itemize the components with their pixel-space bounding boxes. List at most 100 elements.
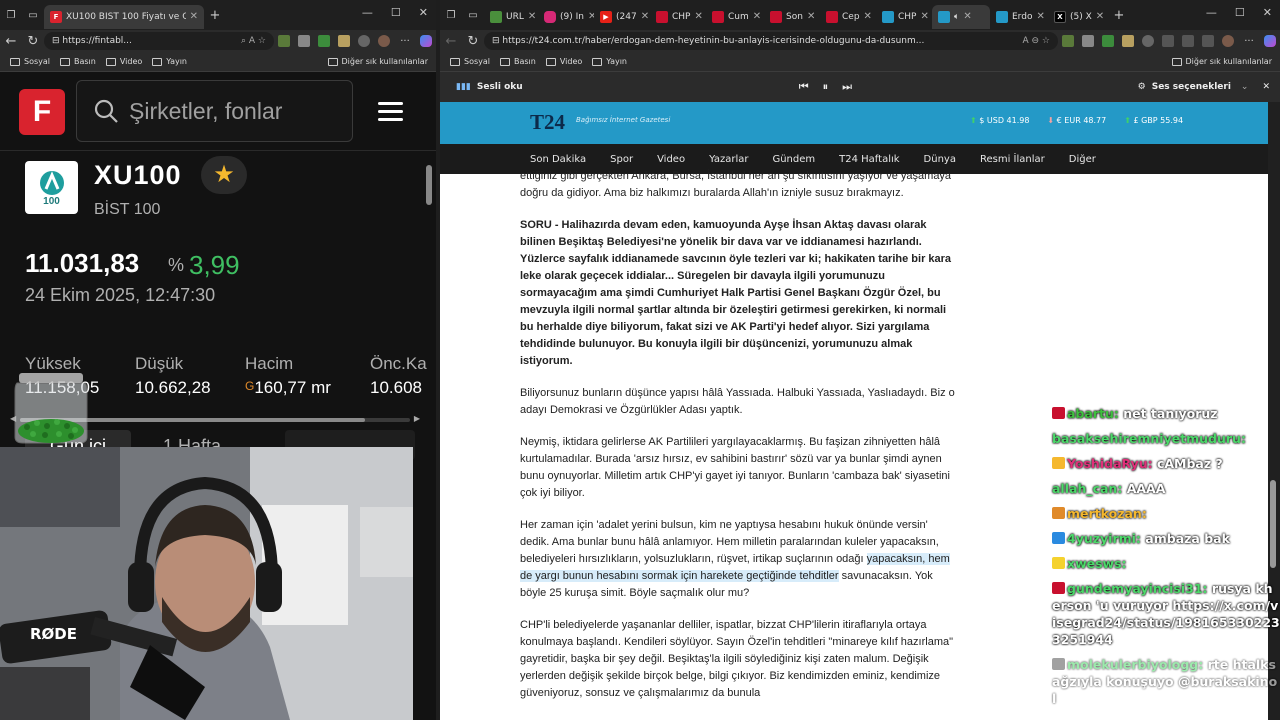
minimize-icon[interactable]: —: [362, 6, 373, 19]
bookmark-folder[interactable]: Video: [105, 57, 143, 66]
close-tab-icon[interactable]: ✕: [963, 11, 971, 22]
refresh-icon[interactable]: ↻: [462, 34, 484, 49]
vertical-scrollbar[interactable]: [426, 150, 432, 720]
extension-icon[interactable]: [1122, 35, 1134, 47]
minimize-icon[interactable]: —: [1206, 6, 1217, 19]
extensions-puzzle-icon[interactable]: [358, 35, 370, 47]
profile-avatar[interactable]: [1222, 35, 1234, 47]
other-bookmarks[interactable]: Diğer sık kullanılanlar: [327, 57, 428, 66]
menu-hamburger-icon[interactable]: [378, 102, 403, 126]
extensions-puzzle-icon[interactable]: [1142, 35, 1154, 47]
maximize-icon[interactable]: ☐: [391, 6, 401, 19]
extension-icon[interactable]: [1082, 35, 1094, 47]
copilot-icon[interactable]: [420, 35, 432, 47]
browser-tab[interactable]: Cum ✕: [706, 5, 764, 29]
bookmark-folder[interactable]: Video: [545, 57, 582, 66]
tab-favicon-icon: ▶: [600, 10, 612, 23]
browser-tab[interactable]: X (5) X ✕: [1048, 5, 1108, 29]
new-tab-icon[interactable]: +: [1108, 8, 1130, 23]
scroll-right-icon[interactable]: ▶: [414, 414, 420, 423]
bookmark-folder[interactable]: Basın: [60, 57, 96, 66]
url-text: https://t24.com.tr/haber/erdogan-dem-hey…: [502, 36, 925, 46]
chat-username: allah_can:: [1052, 481, 1123, 496]
favorite-star-icon[interactable]: ★: [201, 156, 247, 194]
other-bookmarks[interactable]: Diğer sık kullanılanlar: [1171, 57, 1272, 66]
close-tab-icon[interactable]: ✕: [528, 11, 536, 22]
scrollbar-thumb[interactable]: [426, 165, 432, 205]
close-tab-icon[interactable]: ✕: [190, 11, 198, 22]
workspaces-icon[interactable]: ❐: [440, 10, 462, 21]
close-window-icon[interactable]: ✕: [419, 6, 428, 19]
close-tab-icon[interactable]: ✕: [753, 11, 761, 22]
nav-dunya[interactable]: Dünya: [924, 154, 956, 165]
address-bar[interactable]: ⊟ https://fintabl... ⌕ A ☆: [44, 32, 274, 50]
nav-resmi-ilanlar[interactable]: Resmi İlanlar: [980, 154, 1045, 165]
read-aloud-label[interactable]: Sesli oku: [477, 82, 523, 92]
tab-fintables[interactable]: F XU100 BİST 100 Fiyatı ve Grafikleri ✕: [44, 4, 204, 29]
nav-gundem[interactable]: Gündem: [772, 154, 815, 165]
browser-tab[interactable]: CHP ✕: [650, 5, 706, 29]
browser-tab[interactable]: URL ✕: [484, 5, 538, 29]
close-tab-icon[interactable]: ✕: [920, 11, 928, 22]
back-icon[interactable]: ←: [440, 34, 462, 49]
close-tab-icon[interactable]: ✕: [807, 11, 815, 22]
refresh-icon[interactable]: ↻: [22, 34, 44, 49]
browser-tab[interactable]: CHP ✕: [876, 5, 932, 29]
tab-actions-icon[interactable]: ▭: [462, 10, 484, 21]
tab-actions-icon[interactable]: ▭: [22, 10, 44, 21]
close-tab-icon[interactable]: ✕: [694, 11, 702, 22]
bookmark-folder[interactable]: Sosyal: [10, 57, 50, 66]
new-tab-icon[interactable]: +: [204, 8, 226, 23]
nav-son-dakika[interactable]: Son Dakika: [530, 154, 586, 165]
nav-diger[interactable]: Diğer: [1069, 154, 1096, 165]
extension-icon[interactable]: [1062, 35, 1074, 47]
extension-icon[interactable]: [318, 35, 330, 47]
chevron-down-icon[interactable]: ⌄: [1241, 82, 1249, 92]
workspaces-icon[interactable]: ❐: [0, 10, 22, 21]
close-tab-icon[interactable]: ✕: [641, 11, 649, 22]
nav-spor[interactable]: Spor: [610, 154, 633, 165]
browser-tab[interactable]: ▶ (247 ✕: [594, 5, 650, 29]
voice-options-label[interactable]: Ses seçenekleri: [1152, 82, 1231, 92]
extension-icon[interactable]: [298, 35, 310, 47]
extension-icon[interactable]: [278, 35, 290, 47]
voice-settings-icon[interactable]: ⚙︎: [1138, 82, 1146, 92]
more-icon[interactable]: ···: [1238, 36, 1260, 47]
close-read-aloud-icon[interactable]: ✕: [1262, 82, 1270, 92]
more-icon[interactable]: ···: [394, 36, 416, 47]
collections-icon[interactable]: [1182, 35, 1194, 47]
close-window-icon[interactable]: ✕: [1263, 6, 1272, 19]
address-bar[interactable]: ⊟ https://t24.com.tr/haber/erdogan-dem-h…: [484, 32, 1058, 50]
maximize-icon[interactable]: ☐: [1235, 6, 1245, 19]
back-icon[interactable]: ←: [0, 34, 22, 49]
copilot-icon[interactable]: [1264, 35, 1276, 47]
close-tab-icon[interactable]: ✕: [1096, 11, 1104, 22]
fintables-logo[interactable]: F: [19, 89, 65, 135]
extension-icon[interactable]: [338, 35, 350, 47]
speaker-icon[interactable]: 🔈︎: [954, 12, 959, 22]
close-tab-icon[interactable]: ✕: [864, 11, 872, 22]
browser-tab[interactable]: (9) In ✕: [538, 5, 594, 29]
browser-tab[interactable]: Cep ✕: [820, 5, 876, 29]
extension-icon[interactable]: [1102, 35, 1114, 47]
profile-avatar[interactable]: [378, 35, 390, 47]
close-tab-icon[interactable]: ✕: [1036, 11, 1044, 22]
browser-tab[interactable]: Son ✕: [764, 5, 820, 29]
browser-tab[interactable]: Erdo ✕: [990, 5, 1048, 29]
bookmark-folder[interactable]: Sosyal: [450, 57, 490, 66]
search-input[interactable]: Şirketler, fonlar: [76, 80, 353, 142]
shield-icon[interactable]: [1202, 35, 1214, 47]
nav-t24-haftalik[interactable]: T24 Haftalık: [839, 154, 899, 165]
favorites-icon[interactable]: [1162, 35, 1174, 47]
nav-yazarlar[interactable]: Yazarlar: [709, 154, 748, 165]
bookmark-label: Video: [119, 57, 143, 66]
pause-icon[interactable]: ⏸︎: [823, 80, 829, 94]
nav-video[interactable]: Video: [657, 154, 685, 165]
bookmark-folder[interactable]: Yayın: [152, 57, 187, 66]
bookmark-folder[interactable]: Basın: [500, 57, 536, 66]
t24-logo[interactable]: T24: [530, 110, 565, 135]
browser-tab-active[interactable]: 🔈︎ ✕: [932, 4, 990, 29]
bookmark-folder[interactable]: Yayın: [592, 57, 627, 66]
next-icon[interactable]: ⏭︎: [842, 80, 852, 94]
previous-icon[interactable]: ⏮︎: [799, 80, 809, 94]
